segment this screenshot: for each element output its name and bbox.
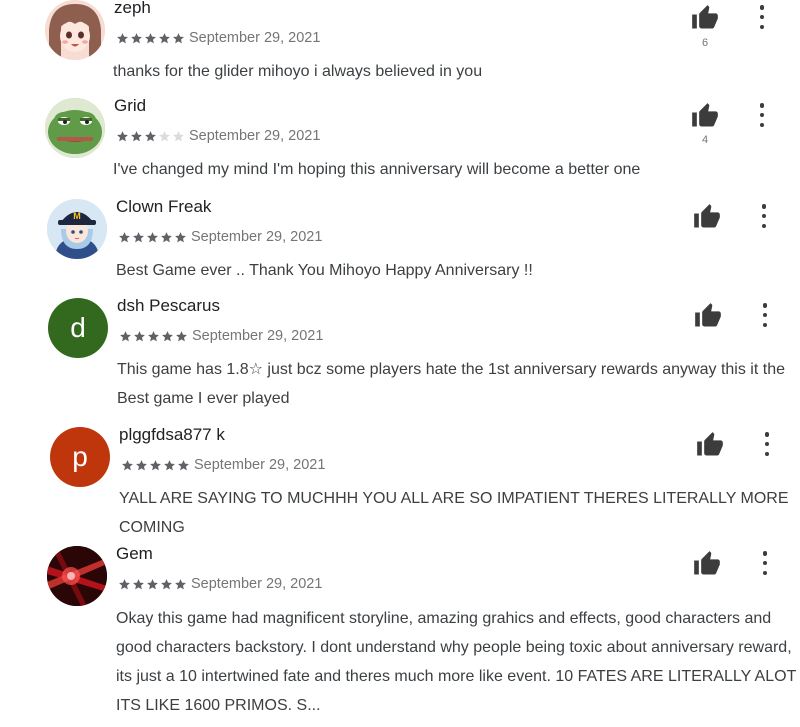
star-filled-icon [148, 330, 159, 341]
helpful-count: 6 [701, 37, 709, 49]
review-meta: September 29, 2021 [119, 328, 323, 344]
review-text: I've changed my mind I'm hoping this ann… [113, 161, 641, 178]
avatar[interactable]: M [47, 199, 107, 259]
review-author: Clown Freak [116, 197, 212, 216]
review-author: plggfdsa877 k [119, 425, 225, 444]
anime-girl-avatar-icon [45, 0, 105, 60]
review-date: September 29, 2021 [191, 229, 323, 245]
helpful-thumbs-up-button[interactable] [695, 431, 725, 459]
star-filled-icon [122, 459, 133, 470]
star-filled-icon [175, 578, 186, 589]
review-meta: September 29, 2021 [118, 229, 322, 245]
star-filled-icon [159, 32, 170, 43]
more-options-button[interactable] [757, 103, 767, 127]
star-filled-icon [161, 231, 172, 242]
avatar-letter: d [70, 312, 86, 343]
star-empty-icon [159, 130, 170, 141]
thumbs-up-icon [697, 432, 723, 456]
star-filled-icon [162, 330, 173, 341]
more-options-button[interactable] [760, 551, 770, 575]
more-options-button[interactable] [762, 432, 772, 456]
thumbs-up-icon [692, 103, 718, 127]
star-filled-icon [131, 130, 142, 141]
more-options-button[interactable] [760, 303, 770, 327]
review-text: thanks for the glider mihoyo i always be… [113, 63, 483, 80]
svg-text:M: M [73, 211, 81, 221]
helpful-thumbs-up-button[interactable] [690, 102, 720, 130]
star-empty-icon [173, 130, 184, 141]
avatar[interactable]: d [48, 298, 108, 358]
review-meta: September 29, 2021 [116, 30, 320, 46]
review-author: Gem [116, 544, 153, 563]
avatar-letter: p [72, 441, 88, 472]
review-date: September 29, 2021 [192, 328, 324, 344]
star-rating [118, 231, 187, 244]
helpful-count: 4 [701, 134, 709, 146]
review-date: September 29, 2021 [189, 30, 321, 46]
star-filled-icon [119, 231, 130, 242]
helpful-thumbs-up-button[interactable] [693, 302, 723, 330]
star-filled-icon [119, 578, 130, 589]
star-rating [121, 459, 190, 472]
review-date: September 29, 2021 [191, 576, 323, 592]
avatar[interactable] [45, 98, 105, 158]
review-date: September 29, 2021 [194, 457, 326, 473]
star-filled-icon [145, 32, 156, 43]
star-rating [119, 330, 188, 343]
star-rating [116, 32, 185, 45]
star-filled-icon [150, 459, 161, 470]
review-text: Best Game ever .. Thank You Mihoyo Happy… [116, 262, 533, 279]
avatar[interactable]: p [50, 427, 110, 487]
star-filled-icon [173, 32, 184, 43]
frog-avatar-icon [45, 98, 105, 158]
star-filled-icon [133, 578, 144, 589]
thumbs-up-icon [694, 204, 720, 228]
review-meta: September 29, 2021 [118, 576, 322, 592]
red-abstract-avatar-icon [47, 546, 107, 606]
thumbs-up-icon [692, 5, 718, 29]
review-author: dsh Pescarus [117, 296, 220, 315]
star-filled-icon [136, 459, 147, 470]
review-date: September 29, 2021 [189, 128, 321, 144]
star-filled-icon [117, 32, 128, 43]
star-filled-icon [145, 130, 156, 141]
thumbs-up-icon [694, 551, 720, 575]
star-filled-icon [176, 330, 187, 341]
star-filled-icon [161, 578, 172, 589]
helpful-thumbs-up-button[interactable] [692, 203, 722, 231]
review-text: YALL ARE SAYING TO MUCHHH YOU ALL ARE SO… [119, 490, 789, 536]
star-filled-icon [134, 330, 145, 341]
star-filled-icon [120, 330, 131, 341]
star-filled-icon [147, 578, 158, 589]
review-author: Grid [114, 96, 147, 115]
review-text: Okay this game had magnificent storyline… [116, 610, 797, 714]
star-filled-icon [175, 231, 186, 242]
more-options-button[interactable] [757, 5, 767, 29]
review-meta: September 29, 2021 [116, 128, 320, 144]
review-meta: September 29, 2021 [121, 457, 325, 473]
more-options-button[interactable] [759, 204, 769, 228]
star-filled-icon [178, 459, 189, 470]
star-rating [118, 578, 187, 591]
star-filled-icon [131, 32, 142, 43]
star-filled-icon [147, 231, 158, 242]
helpful-thumbs-up-button[interactable] [690, 4, 720, 32]
star-rating [116, 130, 185, 143]
review-author: zeph [114, 0, 151, 17]
avatar[interactable] [45, 0, 105, 60]
star-filled-icon [164, 459, 175, 470]
helpful-thumbs-up-button[interactable] [692, 550, 722, 578]
anime-character-avatar-icon: M [47, 199, 107, 259]
review-text: This game has 1.8☆ just bcz some players… [117, 361, 785, 407]
avatar[interactable] [47, 546, 107, 606]
star-filled-icon [117, 130, 128, 141]
thumbs-up-icon [695, 303, 721, 327]
star-filled-icon [133, 231, 144, 242]
